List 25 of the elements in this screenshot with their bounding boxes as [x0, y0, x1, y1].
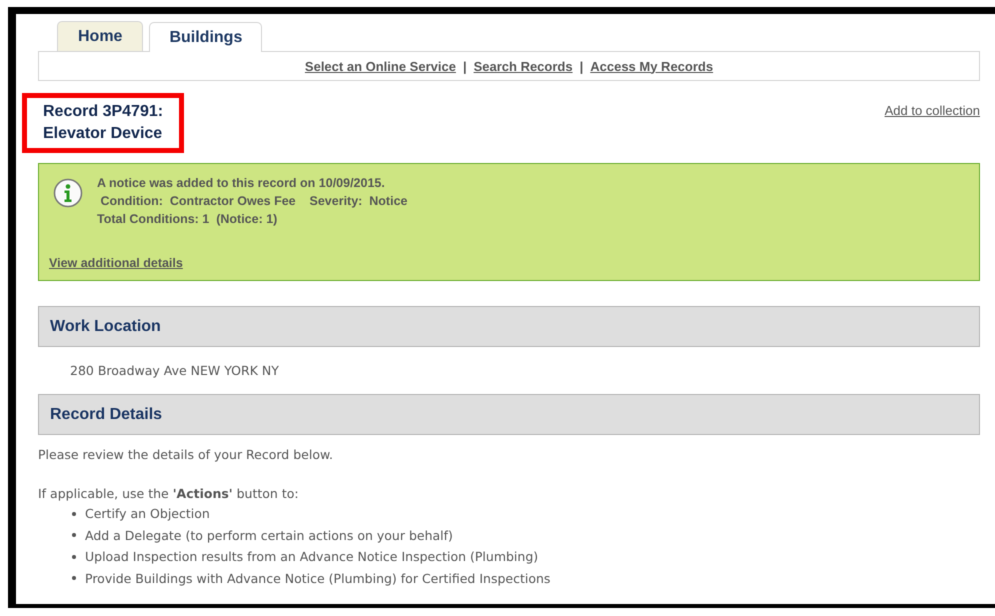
bullet-icon	[72, 576, 76, 580]
section-header: Record Details	[38, 394, 980, 435]
bullet-icon	[72, 554, 76, 559]
add-to-collection-link[interactable]: Add to collection	[884, 103, 980, 118]
address-text: 280 Broadway Ave NEW YORK NY	[70, 363, 280, 378]
notice-text: A notice was added to this record on 10/09/2015. Condition: Contractor Owes Fee Severity: Notice Total Conditions: 1 (Notice: 1)	[97, 175, 408, 228]
record-title: Record 3P4791: Elevator Device	[22, 93, 184, 153]
instruction-text: If applicable, use the 'Actions' button to:	[38, 486, 300, 501]
bullet-icon	[72, 512, 76, 516]
list-item-text: Certify an Objection	[85, 506, 210, 522]
nav-link[interactable]: Select an Online Service	[304, 58, 456, 74]
list-item-text: Upload Inspection results from an Advance Notice Inspection (Plumbing)	[85, 549, 538, 564]
info-icon	[53, 178, 83, 208]
view-details-link[interactable]: View additional details	[49, 256, 183, 270]
nav-link[interactable]: Access My Records	[590, 58, 714, 74]
list-item-text: Provide Buildings with Advance Notice (Plumbing) for Certified Inspections	[85, 570, 550, 586]
separator: |	[580, 58, 584, 74]
bullet-icon	[72, 533, 76, 538]
tab[interactable]: Buildings	[149, 22, 262, 52]
tab[interactable]: Home	[57, 21, 144, 51]
list-item-text: Add a Delegate (to perform certain actions on your behalf)	[85, 528, 453, 543]
section-header: Work Location	[38, 306, 980, 347]
nav-link[interactable]: Search Records	[474, 58, 573, 74]
separator: |	[462, 58, 467, 74]
intro-text: Please review the details of your Record below.	[38, 447, 334, 462]
